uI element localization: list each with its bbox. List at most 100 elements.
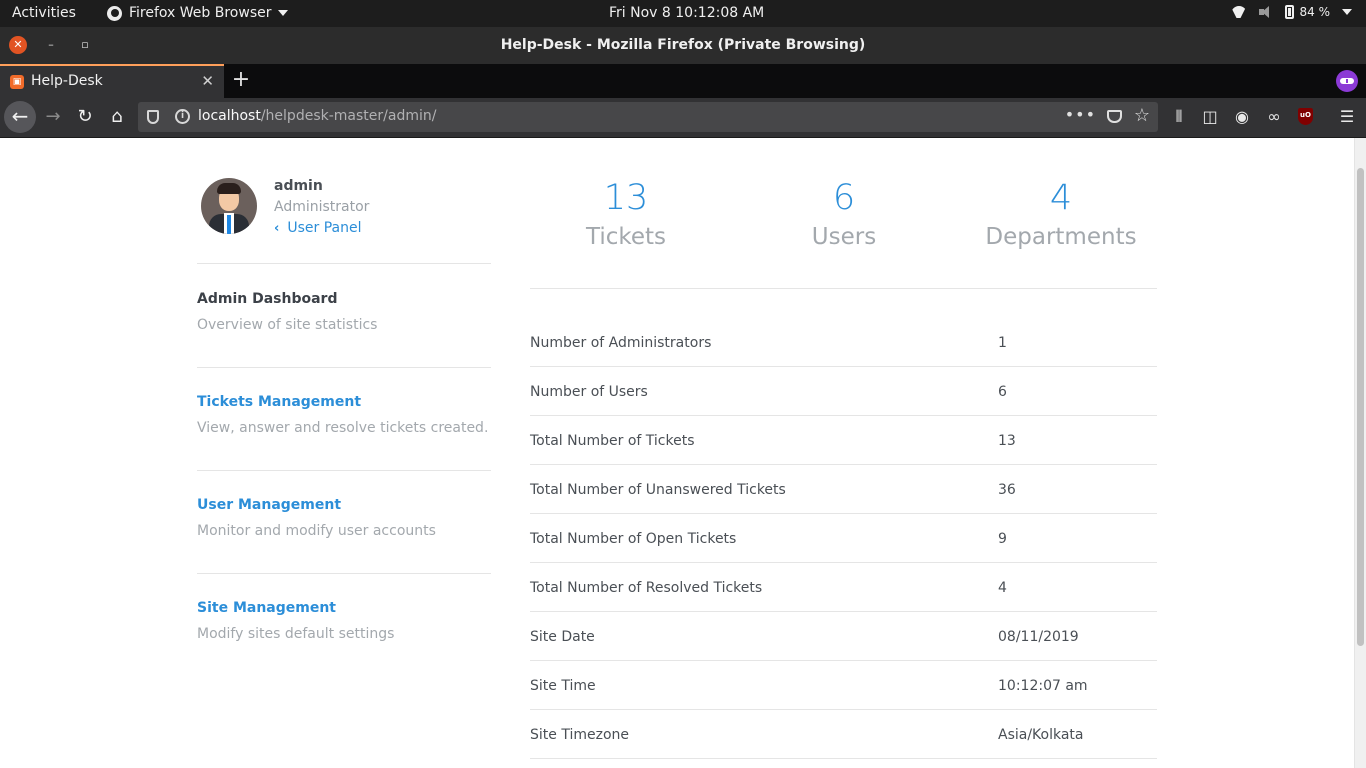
url-bar[interactable]: i localhost/helpdesk-master/admin/ ••• ☆ (138, 102, 1158, 132)
chevron-down-icon (277, 10, 288, 16)
forward-button[interactable]: → (38, 102, 68, 132)
library-icon[interactable]: ⫴ (1168, 106, 1190, 128)
stat-value: 6 (832, 178, 856, 218)
row-value: 08/11/2019 (998, 629, 1079, 645)
tab-title: Help-Desk (31, 73, 103, 89)
row-label: Site Time (530, 678, 596, 694)
private-browsing-icon (1336, 70, 1358, 92)
scrollbar-thumb[interactable] (1357, 168, 1364, 646)
row-label: Site Timezone (530, 727, 629, 743)
row-label: Total Number of Tickets (530, 433, 695, 449)
row-value: 10:12:07 am (998, 678, 1088, 694)
avatar-tie (227, 215, 231, 234)
profile-name: admin (274, 178, 323, 194)
bookmark-star-icon[interactable]: ☆ (1134, 105, 1150, 126)
table-row: Site Date 08/11/2019 (530, 612, 1157, 661)
stat-users: 6 Users (744, 176, 944, 254)
sidebar-item-admin-dashboard[interactable]: Admin Dashboard Overview of site statist… (197, 265, 491, 368)
table-row: Number of Users 6 (530, 367, 1157, 416)
stat-value: 13 (603, 178, 649, 218)
volume-icon (1258, 6, 1273, 18)
sidebar-item-user-management[interactable]: User Management Monitor and modify user … (197, 471, 491, 574)
row-label: Site Date (530, 629, 595, 645)
tab-help-desk[interactable]: ▣ Help-Desk ✕ (0, 64, 224, 98)
table-row: Total Number of Open Tickets 9 (530, 514, 1157, 563)
sidebar-item-site-management[interactable]: Site Management Modify sites default set… (197, 574, 491, 677)
sidebar-item-description: Modify sites default settings (197, 626, 395, 642)
site-info-icon[interactable]: i (175, 109, 190, 124)
url-path: /helpdesk-master/admin/ (260, 108, 437, 124)
sidebar-item-tickets-management[interactable]: Tickets Management View, answer and reso… (197, 368, 491, 471)
battery-level: 84 % (1299, 5, 1331, 19)
profile-role: Administrator (274, 199, 370, 215)
user-panel-link[interactable]: ‹ User Panel (274, 220, 362, 236)
row-label: Number of Users (530, 384, 648, 400)
stats-summary: 13 Tickets 6 Users 4 Departments (530, 138, 1157, 289)
user-panel-label: User Panel (287, 220, 362, 236)
wifi-icon (1231, 6, 1247, 18)
new-tab-button[interactable]: + (231, 67, 251, 92)
profile-card: admin Administrator ‹ User Panel (197, 138, 491, 264)
url-host: localhost (198, 108, 261, 124)
firefox-icon (107, 5, 122, 21)
app-menu-label: Firefox Web Browser (129, 5, 272, 21)
sidebar-item-title[interactable]: User Management (197, 497, 341, 513)
page-content: admin Administrator ‹ User Panel Admin Da… (0, 138, 1366, 768)
tab-strip: ▣ Help-Desk ✕ + (0, 64, 1366, 98)
sidebar-item-title[interactable]: Site Management (197, 600, 336, 616)
table-row: Number of Administrators 1 (530, 318, 1157, 367)
private-mask-icon[interactable]: ∞ (1263, 106, 1285, 128)
chevron-left-icon: ‹ (274, 221, 280, 236)
table-row: Total Number of Resolved Tickets 4 (530, 563, 1157, 612)
reload-button[interactable]: ↻ (70, 102, 100, 132)
sidebar-item-description: Monitor and modify user accounts (197, 523, 436, 539)
stat-label: Departments (985, 224, 1137, 250)
window-titlebar: ✕ – ▫ Help-Desk - Mozilla Firefox (Priva… (0, 27, 1366, 64)
avatar (201, 178, 257, 234)
row-value: 4 (998, 580, 1007, 596)
ublock-origin-icon[interactable]: uO (1298, 108, 1313, 125)
helpdesk-favicon-icon: ▣ (10, 75, 24, 89)
sidebar-item-description: View, answer and resolve tickets created… (197, 420, 489, 436)
table-row: Site Time 10:12:07 am (530, 661, 1157, 710)
battery-icon (1284, 5, 1294, 19)
account-icon[interactable]: ◉ (1231, 106, 1253, 128)
row-label: Number of Administrators (530, 335, 712, 351)
page-scrollbar[interactable] (1354, 138, 1366, 768)
system-top-bar: Activities Firefox Web Browser Fri Nov 8… (0, 0, 1366, 27)
app-menu[interactable]: Firefox Web Browser (107, 5, 288, 21)
stat-label: Tickets (585, 224, 667, 250)
row-label: Total Number of Open Tickets (530, 531, 737, 547)
chevron-down-icon (1342, 9, 1352, 15)
row-value: 6 (998, 384, 1007, 400)
row-label: Total Number of Unanswered Tickets (530, 482, 786, 498)
table-row: Total Number of Unanswered Tickets 36 (530, 465, 1157, 514)
row-value: 1 (998, 335, 1007, 351)
pocket-icon[interactable] (1107, 110, 1122, 123)
activities-button[interactable]: Activities (12, 5, 76, 21)
tracking-protection-icon[interactable] (147, 110, 159, 124)
sidebar-item-title: Admin Dashboard (197, 291, 338, 307)
hamburger-menu-icon[interactable]: ☰ (1336, 106, 1358, 128)
navigation-toolbar: ← → ↻ ⌂ i localhost/helpdesk-master/admi… (0, 98, 1366, 138)
home-button[interactable]: ⌂ (102, 102, 132, 132)
back-button[interactable]: ← (4, 101, 36, 133)
row-value: 9 (998, 531, 1007, 547)
stat-departments: 4 Departments (961, 176, 1161, 254)
row-value: Asia/Kolkata (998, 727, 1084, 743)
url-text[interactable]: localhost/helpdesk-master/admin/ (198, 108, 436, 124)
row-value: 13 (998, 433, 1016, 449)
system-tray[interactable]: 84 % (1219, 5, 1352, 19)
sidebar-toggle-icon[interactable]: ◫ (1199, 106, 1221, 128)
page-actions-icon[interactable]: ••• (1065, 105, 1096, 124)
row-value: 36 (998, 482, 1016, 498)
avatar-hair (217, 183, 241, 194)
system-clock[interactable]: Fri Nov 8 10:12:08 AM (609, 5, 764, 21)
sidebar-item-title[interactable]: Tickets Management (197, 394, 361, 410)
row-label: Total Number of Resolved Tickets (530, 580, 763, 596)
close-tab-icon[interactable]: ✕ (201, 72, 214, 90)
table-row: Total Number of Tickets 13 (530, 416, 1157, 465)
site-info-table: Number of Administrators 1 Number of Use… (530, 318, 1157, 759)
stat-tickets: 13 Tickets (526, 176, 726, 254)
window-title: Help-Desk - Mozilla Firefox (Private Bro… (500, 37, 866, 53)
